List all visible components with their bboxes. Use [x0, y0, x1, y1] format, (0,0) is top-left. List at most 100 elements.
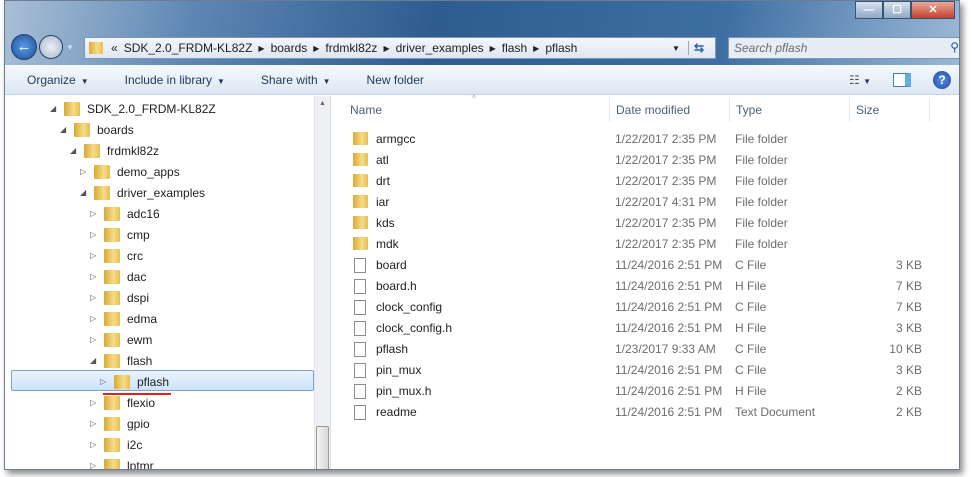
tree-item-pflash[interactable]: ▷ pflash — [100, 371, 169, 392]
file-row[interactable]: readme 11/24/2016 2:51 PM Text Document 2 K… — [332, 401, 932, 422]
expand-toggle-icon[interactable]: ▷ — [100, 377, 112, 386]
tree-item-driver_examples[interactable]: ◢ driver_examples — [80, 182, 205, 203]
folder-icon — [104, 269, 120, 284]
column-header-date[interactable]: Date modified — [610, 98, 730, 122]
breadcrumb-0[interactable]: SDK_2.0_FRDM-KL82Z — [124, 41, 253, 55]
refresh-icon[interactable]: ⇆ — [687, 41, 709, 55]
column-header-size[interactable]: Size — [850, 98, 930, 122]
tree-item-flexio[interactable]: ▷ flexio — [90, 392, 155, 413]
expand-toggle-icon[interactable]: ▷ — [90, 314, 102, 323]
file-icon — [354, 342, 366, 357]
expand-toggle-icon[interactable]: ▷ — [90, 335, 102, 344]
file-row[interactable]: atl 1/22/2017 2:35 PM File folder — [332, 149, 932, 170]
tree-item-ewm[interactable]: ▷ ewm — [90, 329, 152, 350]
expand-toggle-icon[interactable]: ▷ — [90, 440, 102, 449]
tree-item-lptmr[interactable]: ▷ lptmr — [90, 455, 154, 469]
maximize-button[interactable]: ☐ — [883, 1, 911, 19]
expand-toggle-icon[interactable]: ◢ — [50, 104, 62, 113]
breadcrumb-2[interactable]: frdmkl82z — [325, 41, 377, 55]
breadcrumb-4[interactable]: flash — [502, 41, 527, 55]
file-size: 2 KB — [895, 405, 922, 419]
tree-item-adc16[interactable]: ▷ adc16 — [90, 203, 160, 224]
file-row[interactable]: mdk 1/22/2017 2:35 PM File folder — [332, 233, 932, 254]
file-date: 11/24/2016 2:51 PM — [615, 384, 723, 398]
expand-toggle-icon[interactable]: ◢ — [90, 356, 102, 365]
tree-item-i2c[interactable]: ▷ i2c — [90, 434, 142, 455]
tree-item-label: edma — [127, 311, 158, 326]
tree-item-edma[interactable]: ▷ edma — [90, 308, 157, 329]
breadcrumb-1[interactable]: boards — [271, 41, 308, 55]
chevron-right-icon[interactable]: ▶ — [490, 44, 496, 53]
scroll-up-icon[interactable]: ▲ — [315, 100, 330, 107]
recent-pages-dropdown[interactable]: ▼ — [66, 43, 74, 52]
breadcrumb-5[interactable]: pflash — [545, 41, 577, 55]
file-type: File folder — [735, 237, 788, 251]
include-in-library-button[interactable]: Include in library ▼ — [103, 73, 239, 87]
expand-toggle-icon[interactable]: ▷ — [90, 398, 102, 407]
close-button[interactable]: ✕ — [911, 1, 955, 19]
minimize-button[interactable]: — — [855, 1, 883, 19]
share-with-button[interactable]: Share with ▼ — [239, 73, 345, 87]
tree-item-SDK_2.0_FRDM-KL82Z[interactable]: ◢ SDK_2.0_FRDM-KL82Z — [50, 98, 216, 119]
file-row[interactable]: iar 1/22/2017 4:31 PM File folder — [332, 191, 932, 212]
column-header-name[interactable]: Name — [344, 98, 610, 122]
help-icon[interactable]: ? — [933, 71, 951, 89]
navigation-scrollbar[interactable]: ▲ — [314, 96, 330, 469]
file-list: ^ Name Date modified Type Size armgcc 1/2… — [332, 94, 959, 469]
file-row[interactable]: clock_config.h 11/24/2016 2:51 PM H File 3 … — [332, 317, 932, 338]
tree-item-label: pflash — [137, 374, 170, 389]
expand-toggle-icon[interactable]: ▷ — [90, 230, 102, 239]
chevron-right-icon[interactable]: ▶ — [258, 44, 264, 53]
expand-toggle-icon[interactable]: ▷ — [90, 461, 102, 469]
expand-toggle-icon[interactable]: ▷ — [90, 251, 102, 260]
tree-item-gpio[interactable]: ▷ gpio — [90, 413, 150, 434]
address-bar[interactable]: « SDK_2.0_FRDM-KL82Z ▶ boards ▶ frdmkl82z ▶… — [84, 37, 716, 59]
organize-button[interactable]: Organize ▼ — [5, 73, 103, 87]
chevron-right-icon[interactable]: ▶ — [383, 44, 389, 53]
new-folder-button[interactable]: New folder — [345, 73, 438, 87]
expand-toggle-icon[interactable]: ▷ — [90, 209, 102, 218]
tree-item-dac[interactable]: ▷ dac — [90, 266, 146, 287]
file-row[interactable]: armgcc 1/22/2017 2:35 PM File folder — [332, 128, 932, 149]
tree-item-dspi[interactable]: ▷ dspi — [90, 287, 149, 308]
tree-item-frdmkl82z[interactable]: ◢ frdmkl82z — [70, 140, 159, 161]
file-size: 3 KB — [895, 258, 922, 272]
expand-toggle-icon[interactable]: ◢ — [60, 125, 72, 134]
tree-item-label: flash — [127, 353, 153, 368]
address-overflow[interactable]: « — [111, 41, 118, 55]
tree-item-cmp[interactable]: ▷ cmp — [90, 224, 150, 245]
expand-toggle-icon[interactable]: ◢ — [80, 188, 92, 197]
address-dropdown-icon[interactable]: ▼ — [672, 44, 680, 53]
file-row[interactable]: pin_mux 11/24/2016 2:51 PM C File 3 KB — [332, 359, 932, 380]
expand-toggle-icon[interactable]: ▷ — [90, 293, 102, 302]
search-input[interactable]: Search pflash ⚲ — [728, 37, 959, 59]
tree-item-flash[interactable]: ◢ flash — [90, 350, 152, 371]
breadcrumb-3[interactable]: driver_examples — [396, 41, 484, 55]
tree-item-boards[interactable]: ◢ boards — [60, 119, 134, 140]
file-row[interactable]: board.h 11/24/2016 2:51 PM H File 7 KB — [332, 275, 932, 296]
expand-toggle-icon[interactable]: ▷ — [90, 272, 102, 281]
chevron-right-icon[interactable]: ▶ — [313, 44, 319, 53]
forward-button[interactable]: → — [39, 35, 63, 59]
back-button[interactable]: ← — [11, 34, 37, 60]
file-row[interactable]: pflash 1/23/2017 9:33 AM C File 10 KB — [332, 338, 932, 359]
tree-item-demo_apps[interactable]: ▷ demo_apps — [80, 161, 180, 182]
file-name: pin_mux — [376, 363, 422, 377]
file-type: Text Document — [735, 405, 816, 419]
file-row[interactable]: clock_config 11/24/2016 2:51 PM C File 7 KB — [332, 296, 932, 317]
expand-toggle-icon[interactable]: ▷ — [80, 167, 92, 176]
expand-toggle-icon[interactable]: ◢ — [70, 146, 82, 155]
file-row[interactable]: kds 1/22/2017 2:35 PM File folder — [332, 212, 932, 233]
chevron-right-icon[interactable]: ▶ — [533, 44, 539, 53]
file-row[interactable]: board 11/24/2016 2:51 PM C File 3 KB — [332, 254, 932, 275]
preview-pane-icon[interactable] — [893, 73, 911, 87]
file-row[interactable]: pin_mux.h 11/24/2016 2:51 PM H File 2 KB — [332, 380, 932, 401]
view-options-icon[interactable]: ☷ ▼ — [849, 73, 871, 87]
file-row[interactable]: drt 1/22/2017 2:35 PM File folder — [332, 170, 932, 191]
tree-item-crc[interactable]: ▷ crc — [90, 245, 143, 266]
expand-toggle-icon[interactable]: ▷ — [90, 419, 102, 428]
search-icon[interactable]: ⚲ — [950, 40, 959, 54]
column-header-type[interactable]: Type — [730, 98, 850, 122]
file-size: 2 KB — [895, 384, 922, 398]
scrollbar-thumb[interactable] — [316, 426, 329, 469]
